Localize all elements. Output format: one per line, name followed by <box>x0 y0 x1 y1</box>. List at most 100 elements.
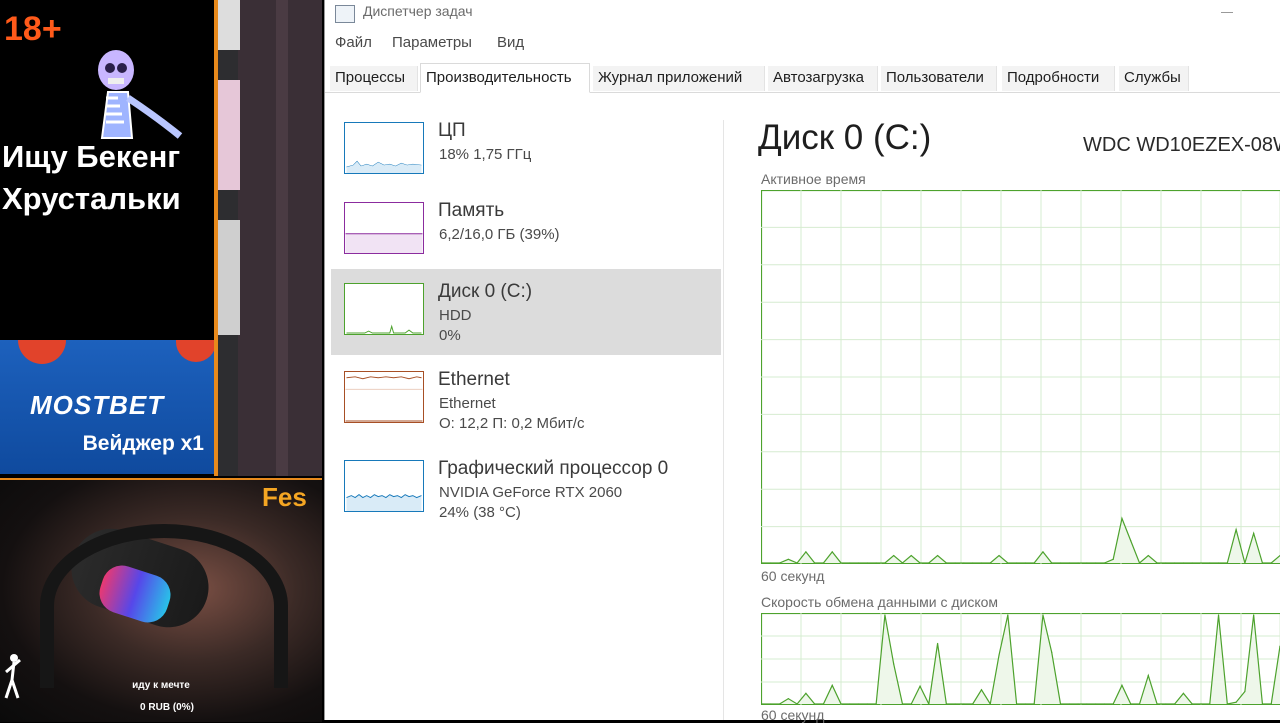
data-point <box>998 555 999 556</box>
data-point <box>1253 614 1254 615</box>
pane-divider[interactable] <box>723 120 724 720</box>
title-bar[interactable]: Диспетчер задач <box>325 0 1280 28</box>
data-point <box>928 703 929 704</box>
data-point <box>858 562 859 563</box>
data-point <box>1236 529 1237 530</box>
resource-disk[interactable]: Диск 0 (C:) HDD 0% <box>331 269 721 355</box>
data-point <box>963 562 964 563</box>
active-time-graph <box>761 190 1280 564</box>
goal-text: иду к мечте <box>0 680 322 691</box>
data-point <box>1192 703 1193 704</box>
data-point <box>902 703 903 704</box>
disk-thumbnail-graph <box>344 283 424 335</box>
data-point <box>1174 703 1175 704</box>
resource-gpu[interactable]: Графический процессор 0 NVIDIA GeForce R… <box>331 446 721 532</box>
data-point <box>876 703 877 704</box>
data-point <box>814 703 815 704</box>
data-point <box>1113 703 1114 704</box>
data-point <box>1227 562 1228 563</box>
tab-details[interactable]: Подробности <box>1002 66 1115 91</box>
task-manager-window: Диспетчер задач Файл Параметры Вид Проце… <box>324 0 1280 720</box>
data-point <box>911 555 912 556</box>
data-point <box>1104 703 1105 704</box>
data-point <box>1200 703 1201 704</box>
data-point <box>884 614 885 615</box>
resource-title: Диск 0 (C:) <box>438 281 532 303</box>
graph-active-time-label: Активное время <box>761 171 866 187</box>
resource-memory[interactable]: Память 6,2/16,0 ГБ (39%) <box>331 188 721 274</box>
data-point <box>990 562 991 563</box>
data-point <box>972 562 973 563</box>
data-point <box>797 703 798 704</box>
data-point <box>1156 562 1157 563</box>
dancer-icon <box>2 652 24 702</box>
data-point <box>849 703 850 704</box>
data-point <box>893 555 894 556</box>
data-point <box>1209 703 1210 704</box>
data-point <box>1077 562 1078 563</box>
resource-type: HDD <box>439 307 472 324</box>
tab-processes[interactable]: Процессы <box>330 66 418 91</box>
goal-amount: 0 RUB (0%) <box>0 702 334 713</box>
data-point <box>1244 691 1245 692</box>
data-point <box>1227 703 1228 704</box>
ad-title-line: Хрустальки <box>2 178 214 220</box>
data-point <box>1218 562 1219 563</box>
data-point <box>1139 703 1140 704</box>
resource-cpu[interactable]: ЦП 18% 1,75 ГГц <box>331 108 721 194</box>
data-point <box>1244 562 1245 563</box>
data-point <box>1262 562 1263 563</box>
tab-app-history[interactable]: Журнал приложений <box>593 66 765 91</box>
graph-transfer-xlabel: 60 секунд <box>761 707 824 723</box>
data-point <box>1165 703 1166 704</box>
data-point <box>1060 562 1061 563</box>
overlay-ad-title: Ищу Бекенг Хрустальки <box>2 136 214 220</box>
data-point <box>1183 562 1184 563</box>
transfer-rate-graph <box>761 613 1280 705</box>
menu-file[interactable]: Файл <box>335 34 372 51</box>
menu-view[interactable]: Вид <box>497 34 524 51</box>
data-point <box>937 555 938 556</box>
data-point <box>1077 703 1078 704</box>
data-point <box>1007 614 1008 615</box>
detail-title: Диск 0 (C:) <box>758 118 931 158</box>
tab-performance[interactable]: Производительность <box>420 63 590 93</box>
tab-services[interactable]: Службы <box>1119 66 1189 91</box>
data-point <box>832 685 833 686</box>
tab-users[interactable]: Пользователи <box>881 66 997 91</box>
data-point <box>788 698 789 699</box>
data-point <box>1165 562 1166 563</box>
data-point <box>1200 562 1201 563</box>
data-point <box>1148 675 1149 676</box>
tab-startup[interactable]: Автозагрузка <box>768 66 878 91</box>
data-point <box>867 703 868 704</box>
data-point <box>1113 559 1114 560</box>
data-point <box>1025 703 1026 704</box>
resource-title: Ethernet <box>438 369 510 391</box>
data-point <box>955 703 956 704</box>
data-point <box>1130 703 1131 704</box>
data-point <box>919 562 920 563</box>
data-point <box>955 562 956 563</box>
wager-text: Вейджер х1 <box>83 432 204 456</box>
minimize-button[interactable] <box>1217 4 1237 20</box>
data-point <box>1069 562 1070 563</box>
data-point <box>1271 703 1272 704</box>
task-manager-icon <box>335 5 355 23</box>
data-point <box>805 693 806 694</box>
data-point <box>832 551 833 552</box>
data-point <box>946 703 947 704</box>
data-point <box>823 562 824 563</box>
data-point <box>1069 703 1070 704</box>
data-point <box>946 562 947 563</box>
data-point <box>972 703 973 704</box>
stream-overlay: 18+ Ищу Бекенг Хрустальки MOSTBET Вейдже… <box>0 0 324 720</box>
resource-value: 24% (38 °C) <box>439 504 521 521</box>
data-point <box>919 686 920 687</box>
menu-options[interactable]: Параметры <box>392 34 472 51</box>
resource-list: ЦП 18% 1,75 ГГц Память 6,2/16,0 ГБ (39%)… <box>325 92 725 720</box>
resource-ethernet[interactable]: Ethernet Ethernet О: 12,2 П: 0,2 Мбит/с <box>331 357 721 443</box>
data-point <box>858 703 859 704</box>
data-point <box>805 551 806 552</box>
ad-title-line: Ищу Бекенг <box>2 136 214 178</box>
